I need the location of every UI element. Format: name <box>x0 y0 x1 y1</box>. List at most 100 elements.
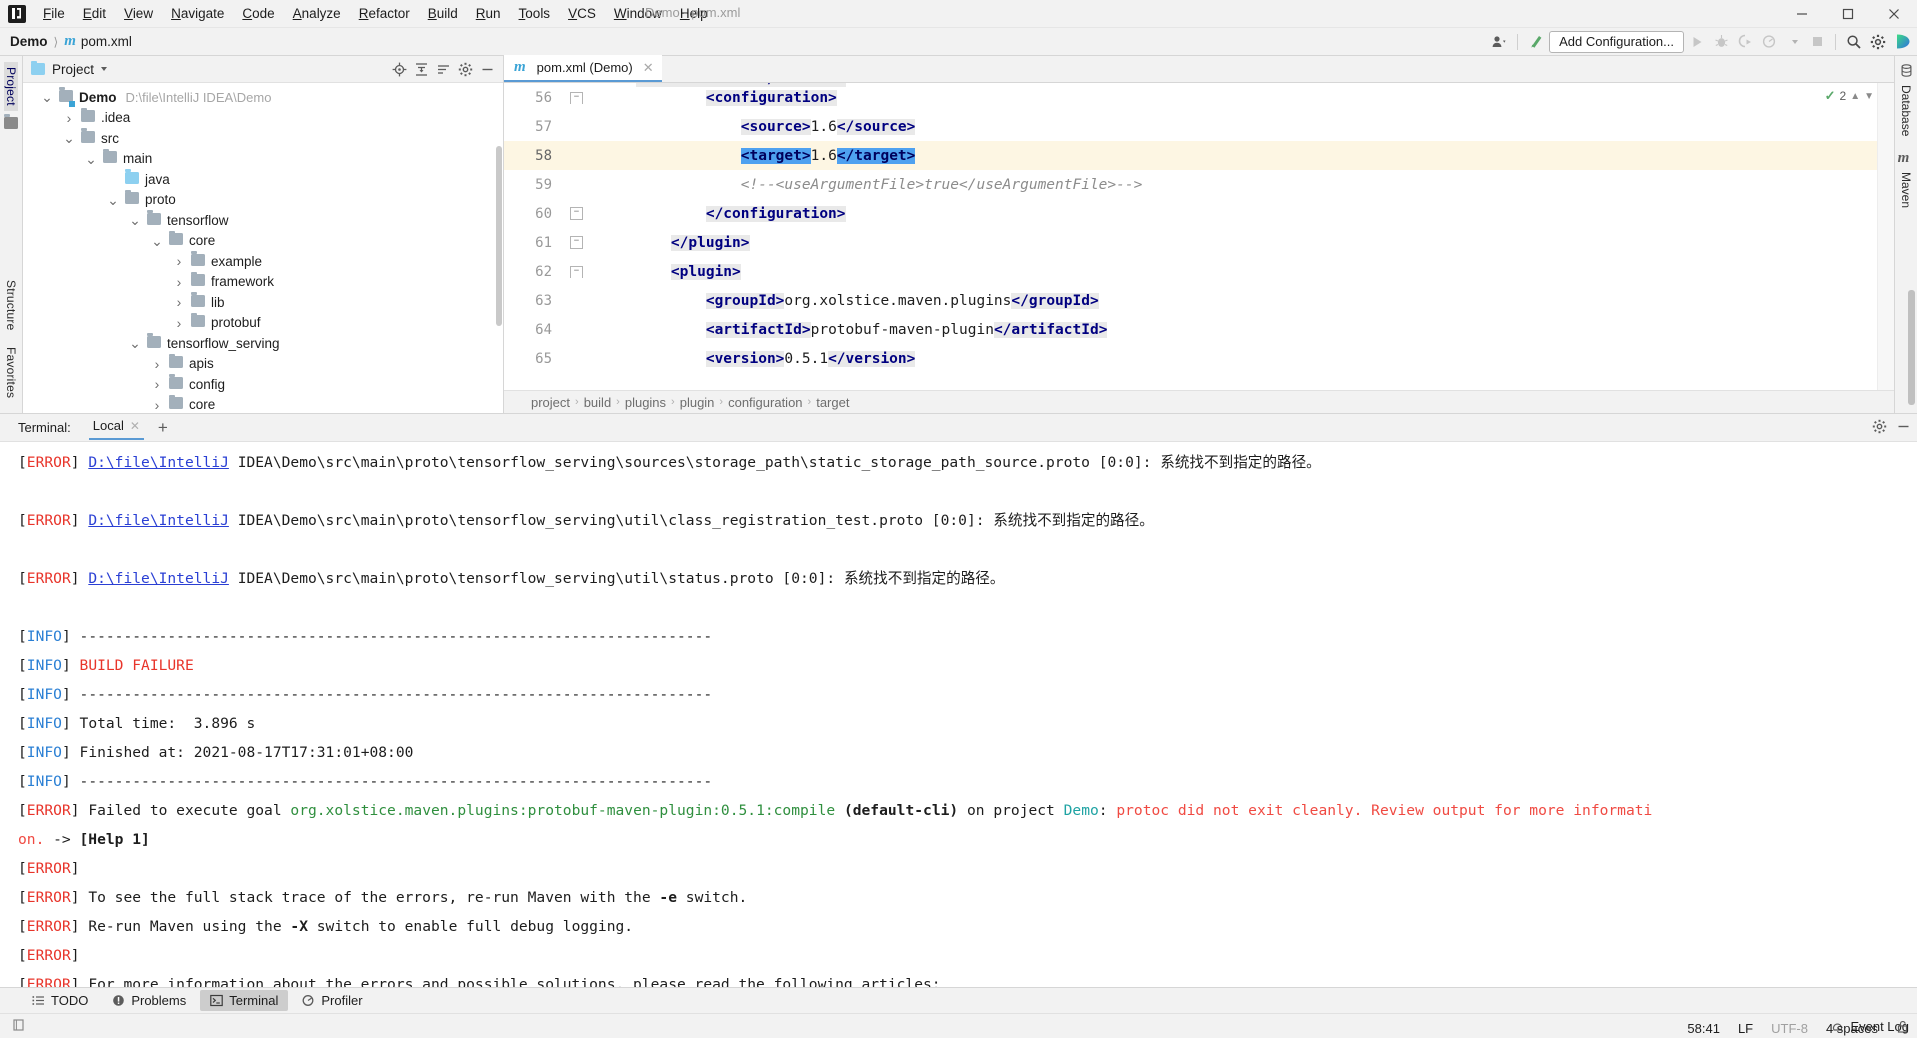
sidebar-item-database[interactable]: Database <box>1899 64 1913 136</box>
bottom-tab-terminal[interactable]: Terminal <box>200 990 289 1011</box>
chevron-right-icon[interactable]: › <box>171 294 187 310</box>
inspection-widget[interactable]: ✓ 2 ▲ ▼ <box>1825 88 1874 104</box>
new-terminal-tab-button[interactable]: + <box>158 419 168 436</box>
chevron-up-icon[interactable]: ▲ <box>1850 91 1860 102</box>
chevron-down-icon[interactable]: ⌄ <box>83 152 99 166</box>
tab-pom-xml[interactable]: m pom.xml (Demo) ✕ <box>504 55 662 82</box>
code-line-58[interactable]: 58 <target>1.6</target> <box>504 141 1894 170</box>
run-icon[interactable] <box>1686 31 1708 53</box>
gear-icon[interactable] <box>1872 419 1887 437</box>
chevron-down-icon[interactable]: ⌄ <box>149 234 165 248</box>
chevron-down-icon[interactable]: ⌄ <box>105 193 121 207</box>
breadcrumb-item-build[interactable]: build <box>579 395 616 410</box>
gear-icon[interactable] <box>455 59 475 79</box>
indent-setting[interactable]: 4 spaces <box>1826 1021 1878 1036</box>
ide-assistant-icon[interactable] <box>1891 31 1913 53</box>
tree-node-core[interactable]: ⌄ core <box>23 230 503 252</box>
chevron-down-icon[interactable] <box>101 67 108 71</box>
file-encoding[interactable]: UTF-8 <box>1771 1021 1808 1036</box>
unlocked-icon[interactable] <box>1896 1020 1909 1036</box>
tree-node-apis[interactable]: › apis <box>23 353 503 375</box>
menu-item-edit[interactable]: Edit <box>74 4 115 23</box>
menu-item-refactor[interactable]: Refactor <box>350 4 419 23</box>
menu-item-tools[interactable]: Tools <box>510 4 560 23</box>
navbar-file-name[interactable]: pom.xml <box>81 34 132 49</box>
tree-node--idea[interactable]: › .idea <box>23 107 503 129</box>
navbar-breadcrumb[interactable]: Demo ⟩ m pom.xml <box>0 33 132 50</box>
code-lines[interactable]: <version>3.5.1</version> 56− <configurat… <box>504 83 1894 390</box>
tree-node-main[interactable]: ⌄ main <box>23 148 503 170</box>
hide-panel-icon[interactable] <box>477 59 497 79</box>
project-tree[interactable]: ⌄ Demo D:\file\IntelliJ IDEA\Demo › .idea ⌄ sr… <box>23 83 503 413</box>
tree-node-src[interactable]: ⌄ src <box>23 128 503 149</box>
sidebar-item-structure[interactable]: Structure <box>4 275 18 336</box>
tree-node-core[interactable]: › core <box>23 394 503 414</box>
collapse-all-icon[interactable] <box>411 59 431 79</box>
menu-item-view[interactable]: View <box>115 4 162 23</box>
update-project-icon[interactable] <box>1525 31 1547 53</box>
tree-node-tensorflow[interactable]: ⌄ tensorflow <box>23 210 503 231</box>
tree-node-demo[interactable]: ⌄ Demo D:\file\IntelliJ IDEA\Demo <box>23 87 503 108</box>
fold-down-icon[interactable]: − <box>570 265 583 278</box>
breadcrumb-item-plugins[interactable]: plugins <box>620 395 671 410</box>
sidebar-item-maven[interactable]: m Maven <box>1898 150 1915 208</box>
chevron-right-icon[interactable]: › <box>149 356 165 372</box>
chevron-right-icon[interactable]: › <box>171 315 187 331</box>
menu-item-run[interactable]: Run <box>467 4 510 23</box>
tree-node-lib[interactable]: › lib <box>23 292 503 313</box>
tree-node-framework[interactable]: › framework <box>23 271 503 293</box>
code-viewport[interactable]: <version>3.5.1</version> 56− <configurat… <box>504 83 1894 390</box>
menu-item-vcs[interactable]: VCS <box>559 4 605 23</box>
breadcrumb-item-configuration[interactable]: configuration <box>723 395 807 410</box>
code-line-63[interactable]: 63 <groupId>org.xolstice.maven.plugins</… <box>504 286 1894 315</box>
terminal-output[interactable]: [ERROR] D:\file\IntelliJ IDEA\Demo\src\m… <box>0 442 1917 987</box>
code-line-57[interactable]: 57 <source>1.6</source> <box>504 112 1894 141</box>
bottom-tab-problems[interactable]: Problems <box>102 990 196 1011</box>
settings-gear-icon[interactable] <box>1867 31 1889 53</box>
minimize-button[interactable] <box>1779 0 1825 27</box>
locate-icon[interactable] <box>389 59 409 79</box>
menu-item-file[interactable]: File <box>34 4 74 23</box>
close-icon[interactable]: ✕ <box>643 60 654 76</box>
bottom-tab-profiler[interactable]: Profiler <box>292 990 372 1011</box>
breadcrumb-item-plugin[interactable]: plugin <box>675 395 720 410</box>
code-line-56[interactable]: 56 − <configuration> <box>504 83 1894 112</box>
chevron-right-icon[interactable]: › <box>149 397 165 413</box>
code-line-62[interactable]: 62 − <plugin> <box>504 257 1894 286</box>
breadcrumb-item-target[interactable]: target <box>811 395 854 410</box>
chevron-down-icon[interactable]: ⌄ <box>127 213 143 227</box>
chevron-down-icon[interactable]: ▼ <box>1864 91 1874 102</box>
line-separator[interactable]: LF <box>1738 1021 1753 1036</box>
error-stripe[interactable] <box>1877 83 1894 390</box>
chevron-right-icon[interactable]: › <box>149 376 165 392</box>
fold-up-icon[interactable]: − <box>570 207 583 220</box>
code-line-61[interactable]: 61 − </plugin> <box>504 228 1894 257</box>
profile-dropdown-icon[interactable] <box>1782 31 1804 53</box>
hide-panel-icon[interactable] <box>1896 419 1911 437</box>
bottom-tab-todo[interactable]: TODO <box>22 990 98 1011</box>
close-icon[interactable]: ✕ <box>130 419 140 433</box>
breadcrumb[interactable]: project › build › plugins › plugin › configurati… <box>504 390 1894 413</box>
code-line-64[interactable]: 64 <artifactId>protobuf-maven-plugin</ar… <box>504 315 1894 344</box>
caret-position[interactable]: 58:41 <box>1687 1021 1720 1036</box>
terminal-scrollbar[interactable] <box>1908 290 1915 405</box>
sidebar-item-favorites[interactable]: Favorites <box>4 342 18 403</box>
maximize-button[interactable] <box>1825 0 1871 27</box>
menu-item-analyze[interactable]: Analyze <box>284 4 350 23</box>
breadcrumb-item-project[interactable]: project <box>526 395 575 410</box>
add-configuration-button[interactable]: Add Configuration... <box>1549 30 1684 53</box>
fold-down-icon[interactable]: − <box>570 91 583 104</box>
run-with-coverage-icon[interactable] <box>1734 31 1756 53</box>
sort-icon[interactable] <box>433 59 453 79</box>
profile-icon[interactable] <box>1758 31 1780 53</box>
chevron-right-icon[interactable]: › <box>171 274 187 290</box>
chevron-right-icon[interactable]: › <box>61 110 77 126</box>
chevron-right-icon[interactable]: › <box>171 253 187 269</box>
menu-item-code[interactable]: Code <box>233 4 283 23</box>
menu-item-build[interactable]: Build <box>419 4 467 23</box>
menu-item-navigate[interactable]: Navigate <box>162 4 233 23</box>
memory-indicator-icon[interactable] <box>12 1018 26 1035</box>
tree-node-example[interactable]: › example <box>23 251 503 272</box>
search-everywhere-icon[interactable] <box>1843 31 1865 53</box>
chevron-down-icon[interactable]: ⌄ <box>127 336 143 350</box>
